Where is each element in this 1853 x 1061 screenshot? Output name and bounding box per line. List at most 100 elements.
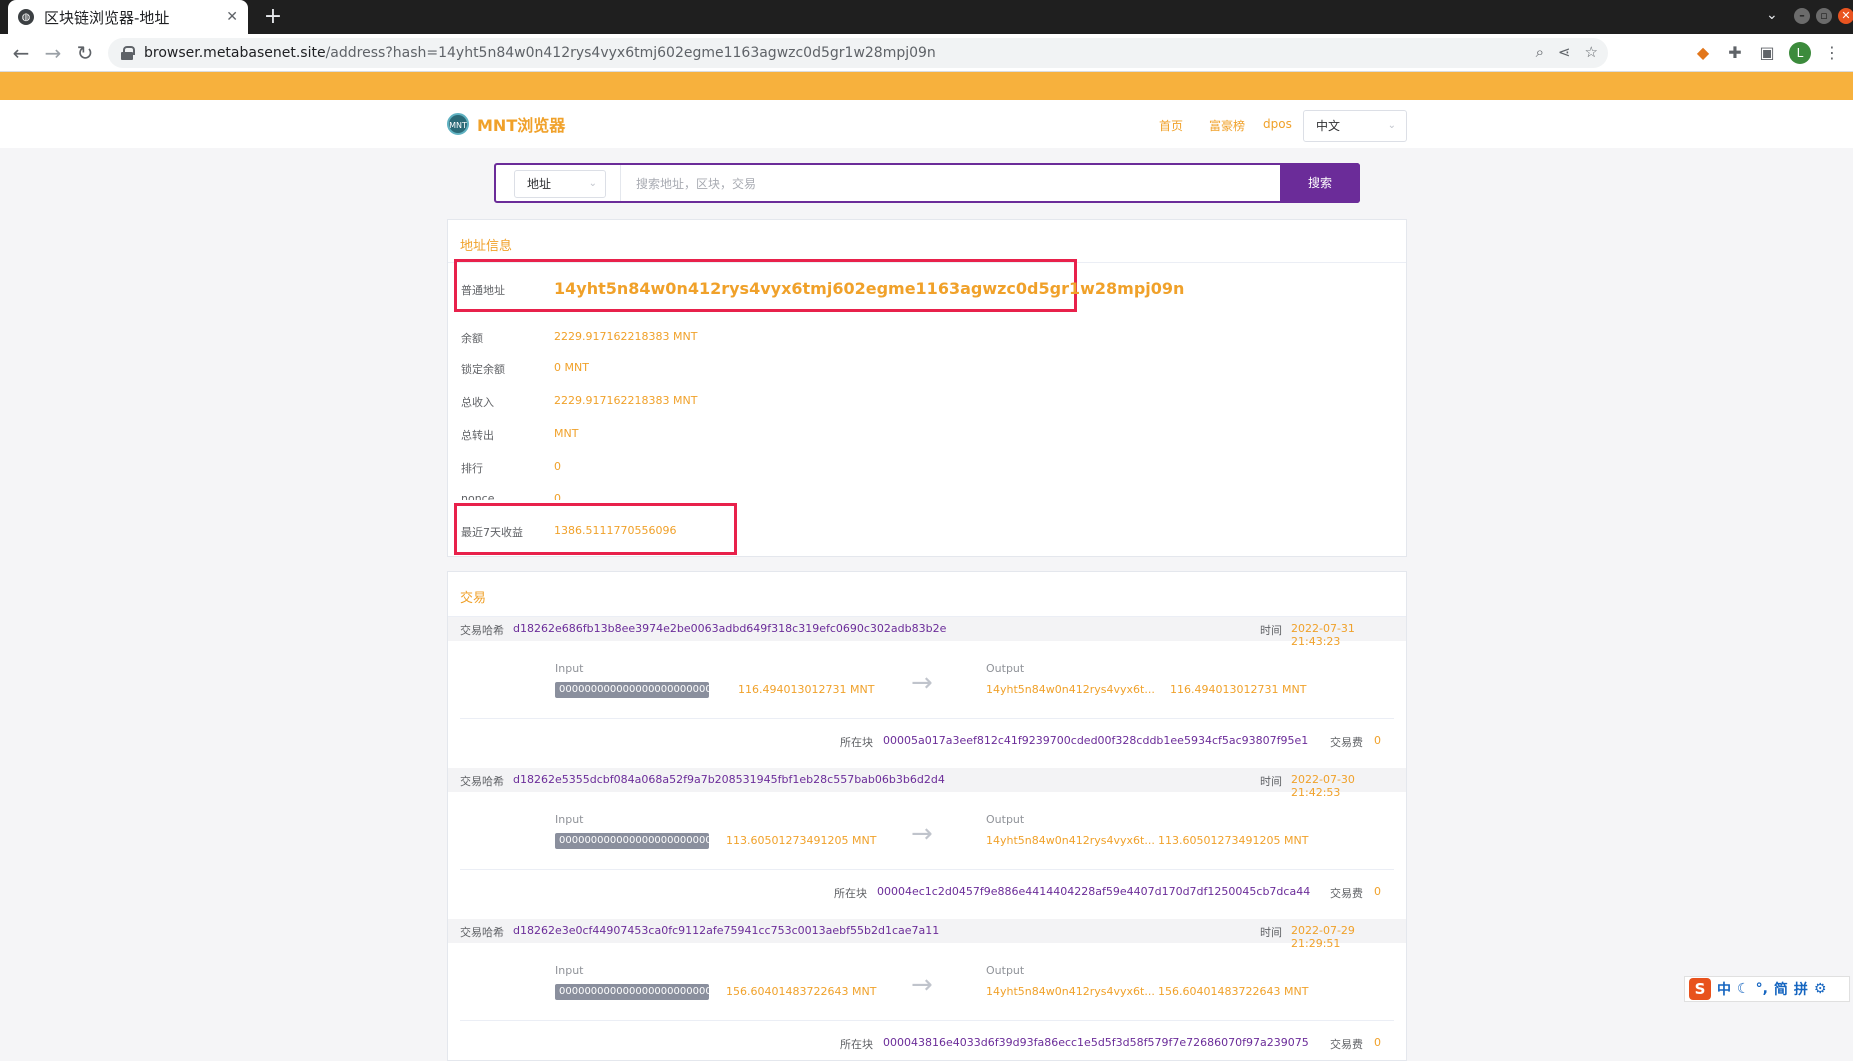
tx-hash-link[interactable]: d18262e686fb13b8ee3974e2be0063adbd649f31…	[513, 622, 946, 635]
fee-value: 0	[1374, 1036, 1381, 1049]
metamask-icon[interactable]: ◆	[1692, 42, 1714, 64]
input-amount: 113.60501273491205 MNT	[726, 834, 877, 847]
gear-icon[interactable]: ⚙	[1814, 981, 1827, 997]
tx-hash-label: 交易哈希	[460, 775, 504, 788]
maximize-icon[interactable]: ▫	[1816, 8, 1832, 24]
total-income-label: 总收入	[461, 396, 494, 409]
menu-icon[interactable]: ⋮	[1821, 42, 1843, 64]
profile-avatar[interactable]: L	[1789, 42, 1811, 64]
tx-time-label: 时间	[1260, 624, 1282, 637]
zoom-icon[interactable]: ⌕	[1536, 43, 1544, 61]
window-close-icon[interactable]: ✕	[1838, 8, 1853, 24]
fee-value: 0	[1374, 885, 1381, 898]
tx-hash-link[interactable]: d18262e3e0cf44907453ca0fc9112afe75941cc7…	[513, 924, 939, 937]
language-select[interactable]: 中文 ⌄	[1303, 110, 1407, 142]
chevron-down-icon: ⌄	[1387, 120, 1396, 131]
extensions-icon[interactable]: ✚	[1724, 42, 1746, 64]
sogou-logo-icon[interactable]: S	[1689, 978, 1711, 1000]
browser-toolbar: ← → ↻ browser.metabasenet.site/address?h…	[0, 34, 1853, 72]
share-icon[interactable]: ⋖	[1558, 43, 1571, 61]
input-address[interactable]: 00000000000000000000000000000	[555, 984, 709, 1000]
balance-label: 余额	[461, 332, 483, 345]
url-host: browser.metabasenet.site	[144, 45, 326, 61]
divider	[460, 1020, 1394, 1021]
arrow-right-icon: →	[911, 819, 933, 849]
search-input[interactable]: 搜索地址，区块，交易	[636, 175, 756, 192]
ime-chinese-mode[interactable]: 中	[1717, 979, 1731, 999]
tx-time-label: 时间	[1260, 926, 1282, 939]
block-hash-link[interactable]: 00005a017a3eef812c41f9239700cded00f328cd…	[883, 734, 1308, 747]
seven-day-earnings-value: 1386.5111770556096	[554, 524, 677, 537]
seven-day-earnings-label: 最近7天收益	[461, 526, 523, 539]
nonce-label: nonce	[461, 492, 495, 500]
input-amount: 116.494013012731 MNT	[738, 683, 875, 696]
locked-balance-label: 锁定余额	[461, 363, 505, 376]
top-banner	[0, 72, 1853, 100]
search-type-select[interactable]: 地址 ⌄	[514, 170, 606, 198]
address-label: 普通地址	[461, 284, 505, 297]
output-address[interactable]: 14yht5n84w0n412rys4vyx6t...	[986, 985, 1155, 998]
card-title: 地址信息	[460, 239, 513, 254]
search-button[interactable]: 搜索	[1280, 163, 1360, 203]
tx-header: 交易哈希 d18262e686fb13b8ee3974e2be0063adbd6…	[448, 617, 1406, 648]
total-out-label: 总转出	[461, 429, 494, 442]
nonce-value: 0	[554, 492, 561, 500]
fee-label: 交易费	[1330, 736, 1363, 749]
fee-label: 交易费	[1330, 887, 1363, 900]
side-panel-icon[interactable]: ▣	[1756, 42, 1778, 64]
rank-value: 0	[554, 460, 561, 473]
tx-header: 交易哈希 d18262e5355dcbf084a068a52f9a7b20853…	[448, 768, 1406, 799]
nav-dpos[interactable]: dpos	[1263, 117, 1292, 131]
address-bar[interactable]: browser.metabasenet.site/address?hash=14…	[108, 38, 1608, 68]
tx-hash-label: 交易哈希	[460, 926, 504, 939]
block-label: 所在块	[840, 1038, 873, 1051]
tx-time: 2022-07-29 21:29:51	[1291, 924, 1355, 950]
nav-rich-list[interactable]: 富豪榜	[1209, 117, 1245, 134]
input-address[interactable]: 00000000000000000000000000000	[555, 682, 709, 698]
block-hash-link[interactable]: 00004ec1c2d0457f9e886e4414404228af59e440…	[877, 885, 1310, 898]
nav-home[interactable]: 首页	[1159, 117, 1183, 134]
moon-icon[interactable]: ☾	[1737, 981, 1750, 997]
new-tab-icon[interactable]: +	[260, 4, 286, 30]
arrow-right-icon: →	[911, 970, 933, 1000]
forward-icon[interactable]: →	[40, 40, 66, 66]
total-out-value: MNT	[554, 427, 579, 440]
divider	[460, 718, 1394, 719]
lock-icon	[120, 46, 135, 60]
locked-balance-value: 0 MNT	[554, 361, 589, 374]
tab-title: 区块链浏览器-地址	[44, 8, 170, 27]
tx-time: 2022-07-31 21:43:23	[1291, 622, 1355, 648]
reload-icon[interactable]: ↻	[72, 40, 98, 66]
output-address[interactable]: 14yht5n84w0n412rys4vyx6t...	[986, 834, 1155, 847]
close-tab-icon[interactable]: ✕	[226, 9, 238, 25]
output-label: Output	[986, 662, 1025, 675]
tx-hash-link[interactable]: d18262e5355dcbf084a068a52f9a7b208531945f…	[513, 773, 945, 786]
tab-search-icon[interactable]: ⌄	[1766, 7, 1778, 23]
search-type-value: 地址	[527, 177, 552, 191]
block-hash-link[interactable]: 000043816e4033d6f39d93fa86ecc1e5d5f3d58f…	[883, 1036, 1309, 1049]
back-icon[interactable]: ←	[8, 40, 34, 66]
ime-pinyin[interactable]: 拼	[1794, 979, 1808, 999]
language-value: 中文	[1316, 119, 1341, 133]
bookmark-star-icon[interactable]: ☆	[1585, 43, 1598, 61]
rank-label: 排行	[461, 462, 483, 475]
minimize-icon[interactable]: –	[1794, 8, 1810, 24]
input-label: Input	[555, 964, 584, 977]
block-label: 所在块	[834, 887, 867, 900]
ime-simplified[interactable]: 简	[1774, 979, 1788, 999]
balance-value: 2229.917162218383 MNT	[554, 330, 698, 343]
divider	[460, 869, 1394, 870]
site-header: MNT MNT浏览器 首页 富豪榜 dpos 中文 ⌄	[0, 100, 1853, 148]
url-path: /address?hash=14yht5n84w0n412rys4vyx6tmj…	[325, 45, 936, 61]
punctuation-icon[interactable]: °,	[1756, 981, 1768, 997]
browser-tab[interactable]: ◍ 区块链浏览器-地址 ✕	[8, 0, 248, 34]
input-address[interactable]: 00000000000000000000000000000	[555, 833, 709, 849]
arrow-right-icon: →	[911, 668, 933, 698]
input-label: Input	[555, 662, 584, 675]
output-address[interactable]: 14yht5n84w0n412rys4vyx6t...	[986, 683, 1155, 696]
output-amount: 116.494013012731 MNT	[1170, 683, 1307, 696]
ime-toolbar: S 中 ☾ °, 简 拼 ⚙	[1684, 976, 1850, 1002]
url-text[interactable]: browser.metabasenet.site/address?hash=14…	[144, 45, 936, 61]
logo[interactable]: MNT MNT浏览器	[447, 112, 565, 136]
window-controls: ⌄ – ▫ ✕	[1766, 7, 1853, 26]
